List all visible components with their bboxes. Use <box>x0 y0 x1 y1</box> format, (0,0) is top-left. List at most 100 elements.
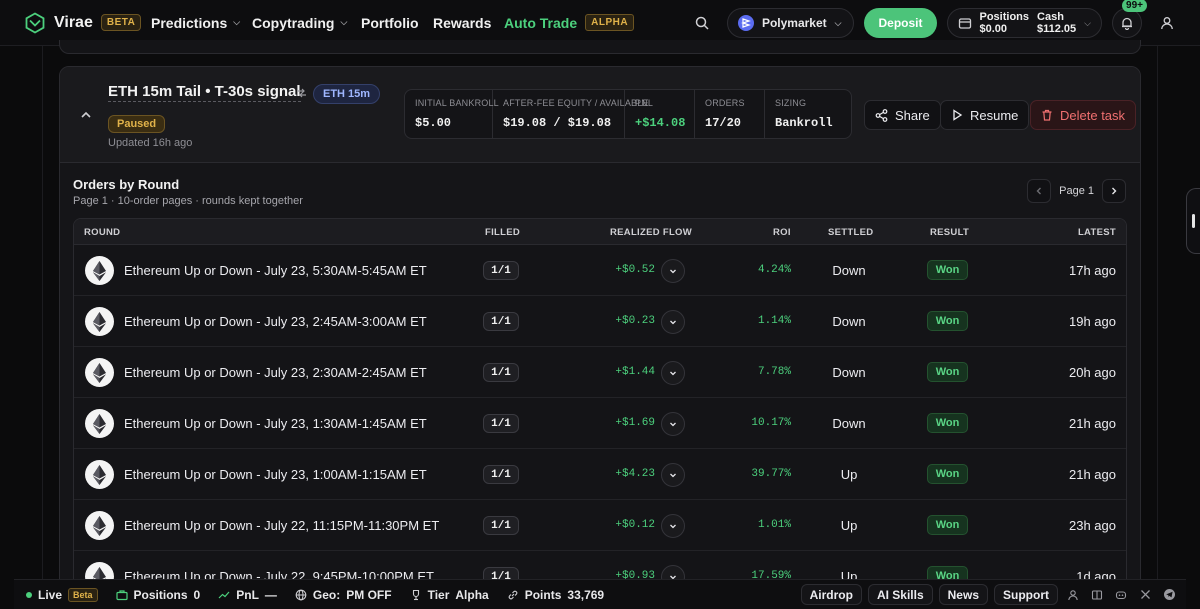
result-badge: Won <box>927 515 968 535</box>
status-positions[interactable]: Positions 0 <box>115 587 200 602</box>
alpha-badge: ALPHA <box>585 14 635 31</box>
exchange-selector[interactable]: Polymarket ⌵ <box>726 8 855 38</box>
ai-skills-link[interactable]: AI Skills <box>867 584 933 605</box>
roi-value: 1.14% <box>757 315 791 327</box>
telegram-icon[interactable] <box>1160 586 1178 604</box>
nav-predictions-label: Predictions <box>151 14 228 31</box>
settled-outcome: Up <box>840 518 858 533</box>
search-button[interactable] <box>687 8 717 38</box>
table-row[interactable]: Ethereum Up or Down - July 23, 1:00AM-1:… <box>74 449 1126 500</box>
expand-flow-button[interactable] <box>661 259 685 283</box>
roi-value: 10.17% <box>751 417 791 429</box>
round-name[interactable]: Ethereum Up or Down - July 23, 1:30AM-1:… <box>124 416 427 431</box>
share-button[interactable]: Share <box>864 100 941 130</box>
news-link[interactable]: News <box>938 584 988 605</box>
side-panel-handle[interactable] <box>1186 188 1200 254</box>
support-link[interactable]: Support <box>994 584 1058 605</box>
play-icon <box>953 109 963 121</box>
x-icon[interactable] <box>1136 586 1154 604</box>
stat-equity: After-fee Equity / Available $19.08 / $1… <box>493 90 648 138</box>
realized-flow: +$1.44 <box>615 366 655 378</box>
notifications-button[interactable]: 99+ <box>1112 0 1147 38</box>
column-round: ROUND <box>84 227 121 238</box>
table-row[interactable]: Ethereum Up or Down - July 23, 1:30AM-1:… <box>74 398 1126 449</box>
updated-time: Updated 16h ago <box>108 137 193 149</box>
round-name[interactable]: Ethereum Up or Down - July 23, 1:00AM-1:… <box>124 467 427 482</box>
table-row[interactable]: Ethereum Up or Down - July 23, 5:30AM-5:… <box>74 245 1126 296</box>
chevron-down-icon <box>670 422 676 427</box>
nav-rewards[interactable]: Rewards <box>433 0 491 46</box>
wallet-summary[interactable]: Positions $0.00 Cash $112.05 ⌵ <box>946 8 1102 38</box>
table-row[interactable]: Ethereum Up or Down - July 22, 11:15PM-1… <box>74 500 1126 551</box>
latest-time: 21h ago <box>1069 416 1116 431</box>
deposit-button[interactable]: Deposit <box>864 8 937 38</box>
filled-count: 1/1 <box>483 465 519 484</box>
stat-value: Bankroll <box>775 116 833 130</box>
ethereum-icon <box>85 307 114 336</box>
expand-flow-button[interactable] <box>661 310 685 334</box>
stat-value: 17/20 <box>705 116 742 130</box>
docs-icon[interactable] <box>1088 586 1106 604</box>
account-icon[interactable] <box>1064 586 1082 604</box>
brand-logo[interactable]: Virae BETA <box>24 11 142 34</box>
link-icon[interactable] <box>296 87 308 102</box>
result-badge: Won <box>927 413 968 433</box>
chevron-down-icon <box>670 473 676 478</box>
next-page-button[interactable] <box>1102 179 1126 203</box>
cash-label: Cash <box>1037 11 1064 23</box>
airdrop-link[interactable]: Airdrop <box>800 584 862 605</box>
discord-icon[interactable] <box>1112 586 1130 604</box>
user-icon <box>1161 17 1173 30</box>
round-name[interactable]: Ethereum Up or Down - July 23, 2:45AM-3:… <box>124 314 427 329</box>
nav-predictions[interactable]: Predictions ⌵ <box>151 0 240 46</box>
realized-flow: +$0.52 <box>615 264 655 276</box>
expand-flow-button[interactable] <box>661 463 685 487</box>
points-label: Points <box>524 587 562 602</box>
round-name[interactable]: Ethereum Up or Down - July 22, 11:15PM-1… <box>124 518 439 533</box>
ethereum-icon <box>85 511 114 540</box>
delete-task-button[interactable]: Delete task <box>1030 100 1137 130</box>
column-roi: ROI <box>773 227 791 238</box>
collapse-button[interactable] <box>76 105 96 125</box>
page-label: Page 1 <box>1059 185 1094 197</box>
status-points[interactable]: Points 33,769 <box>507 588 604 602</box>
profile-button[interactable] <box>1152 8 1182 38</box>
geo-value: PM OFF <box>346 587 392 602</box>
stat-initial-bankroll: Initial Bankroll $5.00 <box>405 90 499 138</box>
filled-count: 1/1 <box>483 414 519 433</box>
round-name[interactable]: Ethereum Up or Down - July 23, 5:30AM-5:… <box>124 263 427 278</box>
chevron-down-icon <box>670 371 676 376</box>
nav-copytrading[interactable]: Copytrading ⌵ <box>252 0 347 46</box>
previous-page-button[interactable] <box>1027 179 1052 203</box>
expand-flow-button[interactable] <box>661 514 685 538</box>
task-title[interactable]: ETH 15m Tail • T-30s signal <box>108 83 301 102</box>
nav-auto-trade[interactable]: Auto Trade ALPHA <box>504 0 635 46</box>
filled-count: 1/1 <box>483 261 519 280</box>
stat-orders: Orders 17/20 <box>695 90 765 138</box>
realized-flow: +$0.23 <box>615 315 655 327</box>
expand-flow-button[interactable] <box>661 361 685 385</box>
latest-time: 23h ago <box>1069 518 1116 533</box>
table-row[interactable]: Ethereum Up or Down - July 23, 2:30AM-2:… <box>74 347 1126 398</box>
task-stats: Initial Bankroll $5.00 After-fee Equity … <box>404 89 852 139</box>
settled-outcome: Down <box>832 365 866 380</box>
chevron-right-icon <box>1112 187 1117 195</box>
filled-count: 1/1 <box>483 363 519 382</box>
positions-label: Positions <box>133 587 188 602</box>
delete-task-label: Delete task <box>1060 107 1126 123</box>
share-icon <box>875 108 888 122</box>
orders-table: ROUND FILLED REALIZED FLOW ROI SETTLED R… <box>73 218 1127 603</box>
tier-label: Tier <box>427 587 450 602</box>
status-tier[interactable]: Tier Alpha <box>410 588 489 602</box>
points-value: 33,769 <box>567 587 605 602</box>
resume-button[interactable]: Resume <box>940 100 1030 130</box>
status-pnl[interactable]: PnL — <box>218 588 277 602</box>
orders-title: Orders by Round <box>73 177 180 192</box>
table-row[interactable]: Ethereum Up or Down - July 23, 2:45AM-3:… <box>74 296 1126 347</box>
table-body: Ethereum Up or Down - July 23, 5:30AM-5:… <box>74 245 1126 602</box>
expand-flow-button[interactable] <box>661 412 685 436</box>
nav-portfolio[interactable]: Portfolio <box>361 0 419 46</box>
round-name[interactable]: Ethereum Up or Down - July 23, 2:30AM-2:… <box>124 365 427 380</box>
logo-icon <box>25 11 45 34</box>
status-geo[interactable]: Geo: PM OFF <box>295 588 392 602</box>
